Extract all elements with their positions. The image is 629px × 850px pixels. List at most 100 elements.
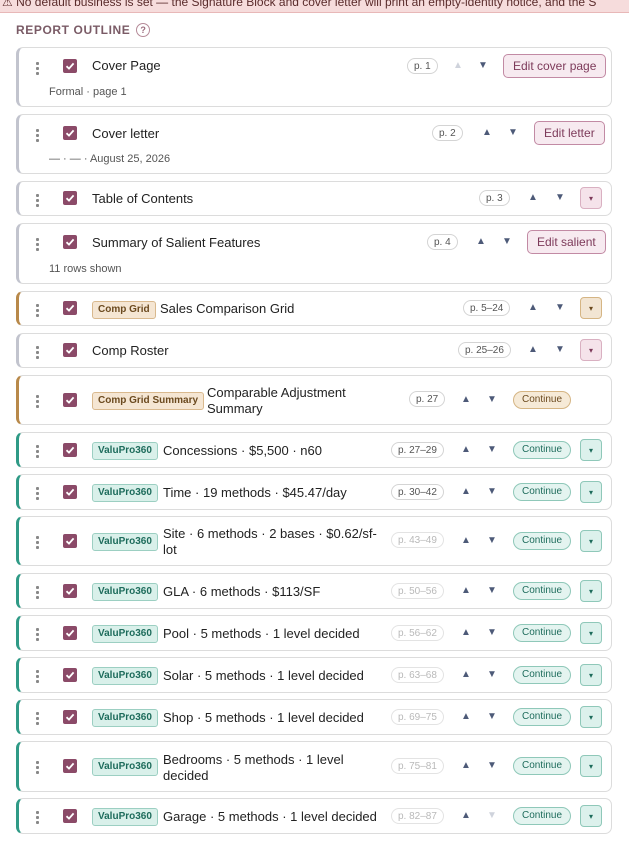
include-checkbox[interactable] [63, 301, 77, 315]
continue-button[interactable]: Continue [513, 624, 572, 642]
options-dropdown-button[interactable]: ▾ [580, 664, 602, 686]
include-checkbox[interactable] [63, 668, 77, 682]
include-checkbox[interactable] [63, 534, 77, 548]
move-down-icon[interactable]: ▼ [486, 585, 498, 596]
move-up-icon[interactable]: ▲ [460, 760, 472, 771]
include-checkbox[interactable] [63, 809, 77, 823]
options-dropdown-button[interactable]: ▾ [580, 580, 602, 602]
continue-button[interactable]: Continue [513, 666, 572, 684]
continue-button[interactable]: Continue [513, 582, 572, 600]
continue-button[interactable]: Continue [513, 708, 572, 726]
move-up-icon[interactable]: ▲ [527, 192, 539, 203]
options-dropdown-button[interactable]: ▾ [580, 755, 602, 777]
move-down-icon[interactable]: ▼ [554, 302, 566, 313]
move-down-icon[interactable]: ▼ [486, 394, 498, 405]
move-down-icon[interactable]: ▼ [486, 535, 498, 546]
options-dropdown-button[interactable]: ▾ [580, 187, 602, 209]
drag-handle-icon[interactable] [36, 129, 42, 144]
item-subtitle: 11 rows shown [49, 263, 122, 275]
edit-letter-button[interactable]: Edit letter [534, 121, 605, 145]
options-dropdown-button[interactable]: ▾ [580, 805, 602, 827]
continue-button[interactable]: Continue [513, 441, 572, 459]
include-checkbox[interactable] [63, 59, 77, 73]
move-down-icon[interactable]: ▼ [477, 60, 489, 71]
continue-button[interactable]: Continue [513, 807, 572, 825]
move-up-icon[interactable]: ▲ [475, 236, 487, 247]
drag-handle-icon[interactable] [36, 712, 42, 727]
move-down-icon[interactable]: ▼ [486, 760, 498, 771]
move-up-icon[interactable]: ▲ [460, 585, 472, 596]
move-up-icon[interactable]: ▲ [452, 60, 464, 71]
options-dropdown-button[interactable]: ▾ [580, 706, 602, 728]
move-up-icon[interactable]: ▲ [527, 344, 539, 355]
report-outline-heading: REPORT OUTLINE ? [16, 22, 151, 38]
include-checkbox[interactable] [63, 343, 77, 357]
include-checkbox[interactable] [63, 626, 77, 640]
outline-item-concessions: ValuPro360 Concessions · $5,500 · n60 p.… [16, 432, 612, 468]
include-checkbox[interactable] [63, 191, 77, 205]
include-checkbox[interactable] [63, 393, 77, 407]
include-checkbox[interactable] [63, 584, 77, 598]
drag-handle-icon[interactable] [36, 761, 42, 776]
drag-handle-icon[interactable] [36, 238, 42, 253]
continue-button[interactable]: Continue [513, 391, 572, 409]
drag-handle-icon[interactable] [36, 346, 42, 361]
outline-item-comparable-adjustment-summary: Comp Grid Summary Comparable Adjustment … [16, 375, 612, 425]
drag-handle-icon[interactable] [36, 487, 42, 502]
options-dropdown-button[interactable]: ▾ [580, 339, 602, 361]
move-down-icon[interactable]: ▼ [486, 810, 498, 821]
move-up-icon[interactable]: ▲ [460, 394, 472, 405]
options-dropdown-button[interactable]: ▾ [580, 530, 602, 552]
include-checkbox[interactable] [63, 126, 77, 140]
move-up-icon[interactable]: ▲ [460, 486, 472, 497]
move-down-icon[interactable]: ▼ [501, 236, 513, 247]
page-range-badge: p. 3 [479, 190, 510, 206]
include-checkbox[interactable] [63, 235, 77, 249]
drag-handle-icon[interactable] [36, 395, 42, 410]
move-down-icon[interactable]: ▼ [486, 627, 498, 638]
drag-handle-icon[interactable] [36, 445, 42, 460]
comp-grid-summary-tag: Comp Grid Summary [92, 392, 205, 410]
drag-handle-icon[interactable] [36, 194, 42, 209]
page-range-badge: p. 75–81 [391, 758, 444, 774]
include-checkbox[interactable] [63, 485, 77, 499]
include-checkbox[interactable] [63, 759, 77, 773]
move-down-icon[interactable]: ▼ [486, 486, 498, 497]
valupro360-tag: ValuPro360 [92, 484, 158, 502]
drag-handle-icon[interactable] [36, 586, 42, 601]
drag-handle-icon[interactable] [36, 811, 42, 826]
edit-salient-button[interactable]: Edit salient [527, 230, 606, 254]
move-up-icon[interactable]: ▲ [527, 302, 539, 313]
include-checkbox[interactable] [63, 443, 77, 457]
move-up-icon[interactable]: ▲ [460, 627, 472, 638]
drag-handle-icon[interactable] [36, 628, 42, 643]
drag-handle-icon[interactable] [36, 62, 42, 77]
item-title: Shop · 5 methods · 1 level decided [163, 710, 364, 725]
edit-cover-page-button[interactable]: Edit cover page [503, 54, 607, 78]
move-up-icon[interactable]: ▲ [460, 444, 472, 455]
move-down-icon[interactable]: ▼ [554, 344, 566, 355]
continue-button[interactable]: Continue [513, 757, 572, 775]
move-down-icon[interactable]: ▼ [507, 127, 519, 138]
move-up-icon[interactable]: ▲ [460, 535, 472, 546]
move-up-icon[interactable]: ▲ [460, 810, 472, 821]
move-down-icon[interactable]: ▼ [486, 444, 498, 455]
drag-handle-icon[interactable] [36, 536, 42, 551]
continue-button[interactable]: Continue [513, 532, 572, 550]
move-down-icon[interactable]: ▼ [486, 711, 498, 722]
move-up-icon[interactable]: ▲ [460, 669, 472, 680]
move-up-icon[interactable]: ▲ [481, 127, 493, 138]
options-dropdown-button[interactable]: ▾ [580, 439, 602, 461]
include-checkbox[interactable] [63, 710, 77, 724]
move-down-icon[interactable]: ▼ [554, 192, 566, 203]
move-up-icon[interactable]: ▲ [460, 711, 472, 722]
options-dropdown-button[interactable]: ▾ [580, 481, 602, 503]
options-dropdown-button[interactable]: ▾ [580, 297, 602, 319]
drag-handle-icon[interactable] [36, 304, 42, 319]
drag-handle-icon[interactable] [36, 670, 42, 685]
options-dropdown-button[interactable]: ▾ [580, 622, 602, 644]
continue-button[interactable]: Continue [513, 483, 572, 501]
help-icon[interactable]: ? [136, 23, 151, 37]
move-down-icon[interactable]: ▼ [486, 669, 498, 680]
outline-item-table-of-contents: Table of Contents p. 3 ▲ ▼ ▾ [16, 181, 612, 216]
